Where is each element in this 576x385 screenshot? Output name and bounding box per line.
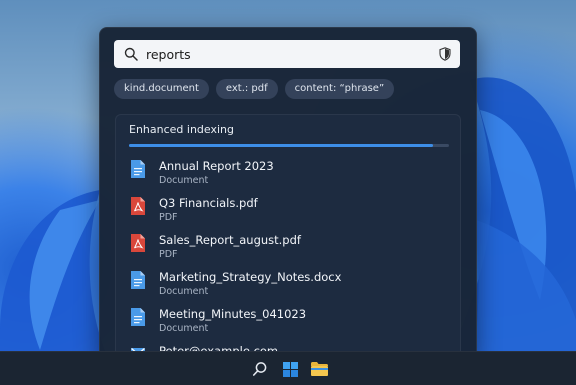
pdf-icon (131, 197, 145, 215)
indexing-label: Enhanced indexing (129, 123, 235, 136)
indexing-progress-bar (129, 144, 449, 147)
result-name: Q3 Financials.pdf (159, 196, 258, 210)
result-name: Sales_Report_august.pdf (159, 233, 301, 247)
search-box[interactable] (114, 40, 460, 68)
results-pane: Enhanced indexing Annual Report 2023 Doc… (115, 114, 461, 358)
result-name: Annual Report 2023 (159, 159, 274, 173)
filter-chip-kind[interactable]: kind.document (114, 79, 209, 99)
taskbar-file-explorer-button[interactable] (308, 358, 330, 380)
file-explorer-icon (310, 362, 328, 376)
list-item[interactable]: Meeting_Minutes_041023 Document (129, 303, 449, 340)
result-type: Document (159, 286, 209, 297)
search-panel: kind.document ext.: pdf content: “phrase… (99, 27, 477, 359)
result-name: Meeting_Minutes_041023 (159, 307, 307, 321)
list-item[interactable]: Marketing_Strategy_Notes.docx Document (129, 266, 449, 303)
search-icon (124, 47, 138, 61)
indexing-progress-fill (129, 144, 433, 147)
shield-icon[interactable] (439, 47, 451, 61)
pdf-icon (131, 234, 145, 252)
filter-chips: kind.document ext.: pdf content: “phrase… (114, 79, 395, 99)
result-type: PDF (159, 249, 178, 260)
filter-chip-content[interactable]: content: “phrase” (284, 79, 395, 99)
list-item[interactable]: Sales_Report_august.pdf PDF (129, 229, 449, 266)
taskbar-start-button[interactable] (279, 358, 301, 380)
list-item[interactable]: Annual Report 2023 Document (129, 155, 449, 192)
result-name: Marketing_Strategy_Notes.docx (159, 270, 342, 284)
list-item[interactable]: Q3 Financials.pdf PDF (129, 192, 449, 229)
result-list: Annual Report 2023 Document Q3 Financial… (129, 155, 449, 358)
result-type: Document (159, 175, 209, 186)
taskbar (0, 351, 576, 385)
document-icon (131, 271, 145, 289)
result-type: Document (159, 323, 209, 334)
filter-chip-ext[interactable]: ext.: pdf (215, 79, 278, 99)
windows-start-icon (282, 361, 298, 377)
search-icon (252, 362, 267, 376)
taskbar-search-button[interactable] (249, 358, 271, 380)
document-icon (131, 160, 145, 178)
search-input[interactable] (146, 46, 426, 62)
result-type: PDF (159, 212, 178, 223)
document-icon (131, 308, 145, 326)
